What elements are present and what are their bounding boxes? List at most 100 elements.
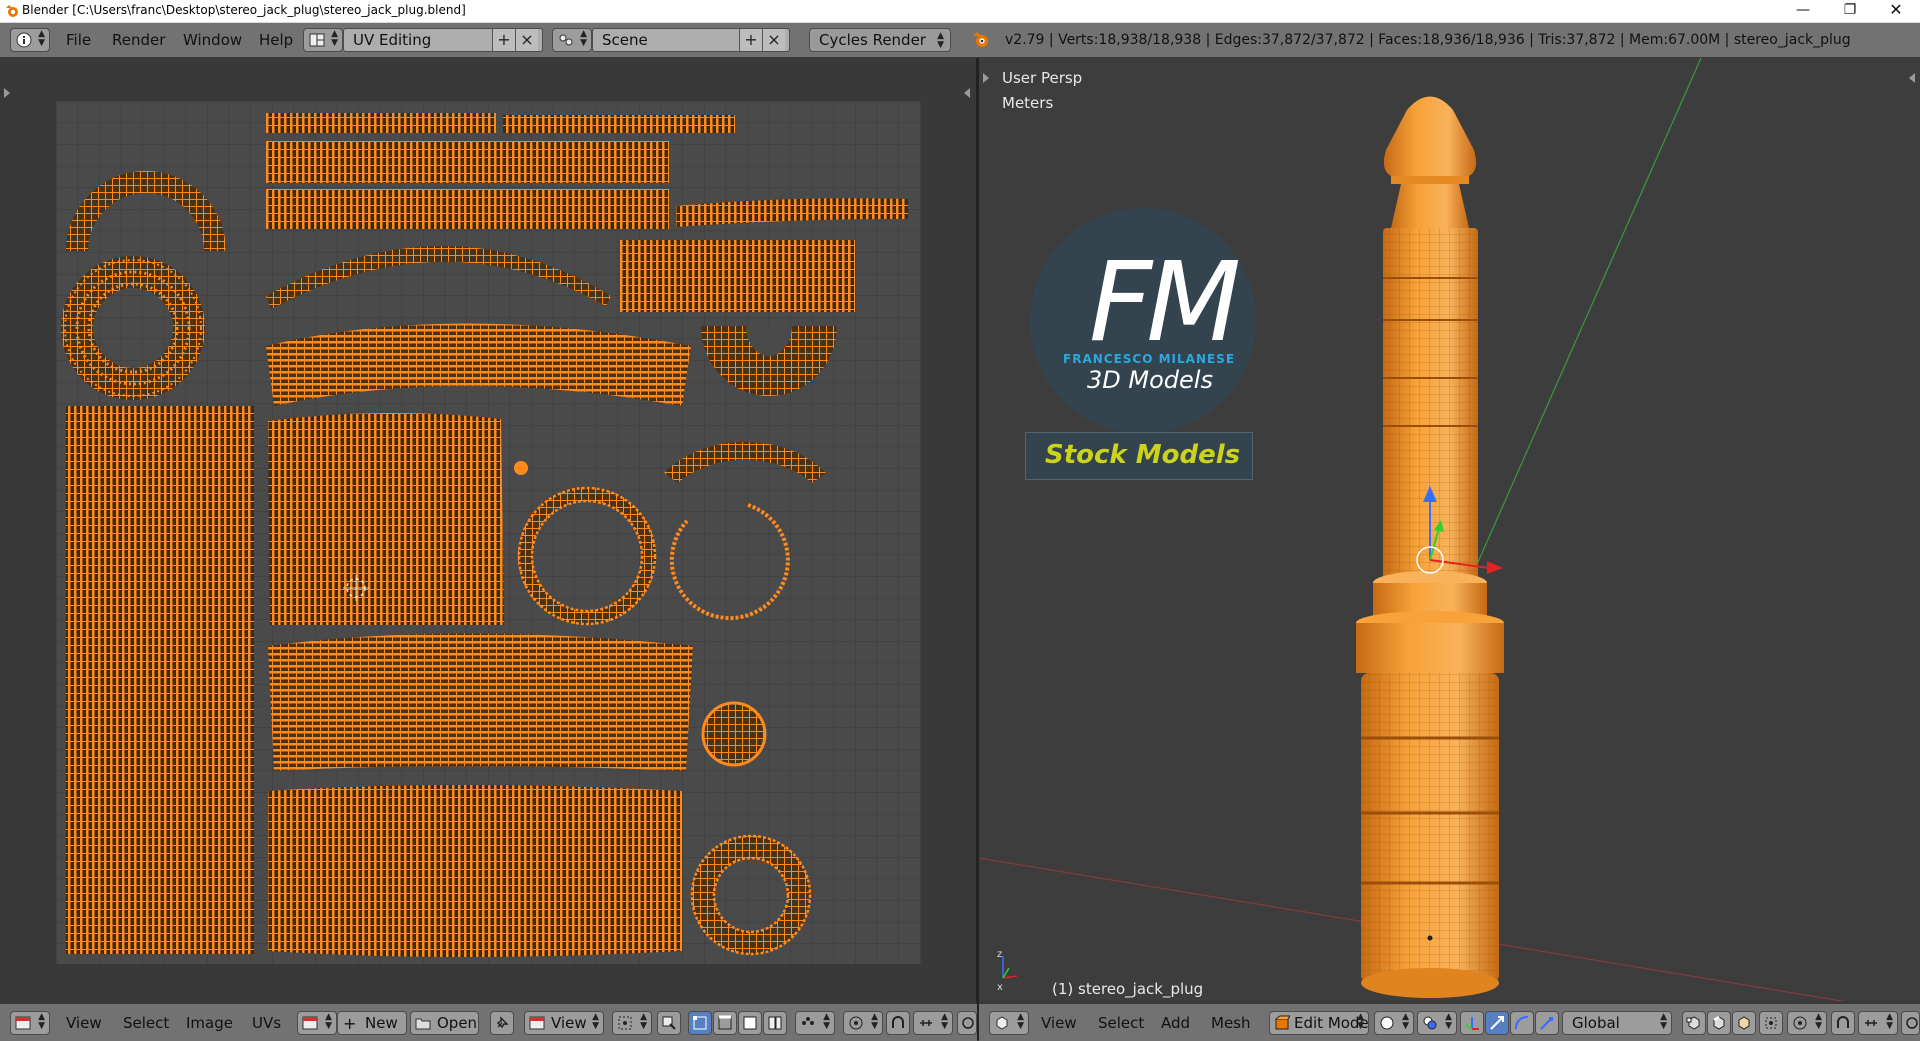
image-browse[interactable]: ▲ ▼ (297, 1011, 337, 1035)
snap-icon[interactable] (886, 1011, 910, 1035)
plus-icon: + (343, 1014, 357, 1033)
render-engine-label: Cycles Render (819, 31, 926, 49)
proportional-edit-select[interactable]: ▲ ▼ (843, 1011, 883, 1035)
uv-editor-header: ▲ ▼ View Select Image UVs ▲ ▼ + New Open V… (0, 1003, 977, 1041)
uv-overflow-icon[interactable] (957, 1011, 977, 1035)
viewport-scene[interactable]: z x (979, 58, 1920, 1001)
3d-view-icon (996, 1016, 1008, 1030)
active-object-label: (1) stereo_jack_plug (1052, 980, 1204, 998)
limit-selection-visible-icon[interactable] (1759, 1011, 1783, 1035)
snap-element-select[interactable]: ▲ ▼ (1858, 1011, 1898, 1035)
info-icon (16, 32, 32, 48)
view-mode-icon (529, 1016, 545, 1030)
edge-select-mode-icon[interactable] (1707, 1011, 1731, 1035)
sticky-selection-select[interactable]: ▲ ▼ (795, 1011, 835, 1035)
3d-menu-select[interactable]: Select (1098, 1014, 1144, 1032)
scene-stats: v2.79 | Verts:18,938/18,938 | Edges:37,8… (1005, 32, 1851, 48)
uv-canvas[interactable] (56, 101, 921, 964)
render-engine-select[interactable]: Cycles Render ▲ ▼ (809, 28, 951, 52)
face-select-icon[interactable] (738, 1011, 762, 1035)
scene-browse[interactable]: ▲ ▼ (552, 28, 592, 52)
close-icon[interactable]: ✕ (1873, 0, 1919, 22)
open-image-button[interactable]: Open (410, 1011, 479, 1035)
face-select-mode-icon[interactable] (1732, 1011, 1756, 1035)
vertex-select-icon[interactable] (688, 1011, 712, 1035)
add-scene-icon[interactable]: + (739, 29, 762, 51)
scene-field[interactable]: Scene + × (592, 28, 790, 52)
editor-type-button[interactable]: ▲ ▼ (10, 28, 50, 52)
transform-orientation-select[interactable]: Global ▲ ▼ (1562, 1011, 1672, 1035)
axis-orientation-icon: z x (997, 949, 1018, 993)
jack-tip (1383, 96, 1477, 176)
pivot-icon (618, 1016, 632, 1030)
scale-manipulator-icon[interactable] (1535, 1011, 1559, 1035)
new-image-button[interactable]: + New (337, 1011, 407, 1035)
snap-target-select[interactable]: ▲ ▼ (913, 1011, 953, 1035)
uv-menu-uvs[interactable]: UVs (252, 1014, 281, 1032)
uv-image-editor[interactable] (0, 58, 977, 1001)
pivot-select[interactable]: ▲ ▼ (612, 1011, 652, 1035)
snap-increment-icon (1865, 1020, 1877, 1026)
dropdown-arrows-icon: ▲ ▼ (937, 31, 944, 50)
interaction-mode-select[interactable]: Edit Mode ▲ ▼ (1269, 1011, 1369, 1035)
folder-icon (415, 1018, 431, 1030)
info-header: ▲ ▼ File Render Window Help ▲ ▼ UV Editing… (0, 23, 1920, 58)
menu-render[interactable]: Render (112, 31, 165, 49)
uv-menu-view[interactable]: View (66, 1014, 102, 1032)
viewport-shading-select[interactable]: ▲ ▼ (1374, 1011, 1414, 1035)
pin-icon[interactable] (490, 1011, 514, 1035)
uv-menu-image[interactable]: Image (186, 1014, 233, 1032)
screen-layout-name: UV Editing (353, 31, 432, 49)
expand-toolshelf-icon[interactable] (4, 88, 10, 98)
pivot-point-icon (1423, 1016, 1437, 1030)
3d-header-overflow-icon[interactable] (1901, 1011, 1920, 1035)
fm-author-name: FRANCESCO MILANESE (1063, 352, 1236, 366)
svg-text:x: x (997, 982, 1003, 993)
3d-menu-add[interactable]: Add (1161, 1014, 1190, 1032)
fm-letters: FM (1089, 238, 1241, 366)
sticky-selection-icon (802, 1017, 814, 1025)
uv-view-mode-select[interactable]: View ▲ ▼ (524, 1011, 604, 1035)
menu-window[interactable]: Window (183, 31, 242, 49)
screen-layout-browse[interactable]: ▲ ▼ (303, 28, 343, 52)
snap-toggle-icon[interactable] (1831, 1011, 1855, 1035)
proportional-editing-icon (1793, 1016, 1807, 1030)
solid-shading-icon (1380, 1016, 1394, 1030)
add-layout-icon[interactable]: + (492, 29, 515, 51)
blender-logo-icon (973, 32, 988, 47)
menu-file[interactable]: File (66, 31, 91, 49)
delete-layout-icon[interactable]: × (515, 29, 538, 51)
3d-viewport[interactable]: User Persp Meters z x FM FRANCESCO MILAN… (979, 58, 1920, 1001)
uv-editor-type-button[interactable]: ▲ ▼ (10, 1011, 50, 1035)
pivot-point-select[interactable]: ▲ ▼ (1417, 1011, 1457, 1035)
minimize-icon[interactable]: — (1780, 0, 1826, 22)
vertex-select-mode-icon[interactable] (1682, 1011, 1706, 1035)
image-icon (302, 1016, 318, 1030)
3d-menu-view[interactable]: View (1041, 1014, 1077, 1032)
window-title-bar: Blender [C:\Users\franc\Desktop\stereo_j… (0, 0, 1920, 23)
svg-text:z: z (997, 949, 1002, 960)
3d-menu-mesh[interactable]: Mesh (1211, 1014, 1251, 1032)
edge-select-icon[interactable] (713, 1011, 737, 1035)
scene-name: Scene (602, 31, 648, 49)
fm-3d-models: 3D Models (1087, 366, 1213, 394)
delete-scene-icon[interactable]: × (762, 29, 785, 51)
dropdown-arrows-icon: ▲ ▼ (38, 29, 45, 48)
sync-selection-icon[interactable] (657, 1011, 681, 1035)
uv-menu-select[interactable]: Select (123, 1014, 169, 1032)
restore-icon[interactable]: ❐ (1827, 0, 1873, 22)
fm-stock-models: Stock Models (1045, 440, 1241, 470)
fm-watermark: FM FRANCESCO MILANESE 3D Models Stock Mo… (1019, 208, 1259, 480)
rotate-manipulator-icon[interactable] (1510, 1011, 1534, 1035)
island-select-icon[interactable] (763, 1011, 787, 1035)
3d-editor-type-button[interactable]: ▲ ▼ (989, 1011, 1029, 1035)
scene-icon (559, 34, 573, 46)
proportional-editing-select[interactable]: ▲ ▼ (1787, 1011, 1827, 1035)
translate-manipulator-icon[interactable] (1485, 1011, 1509, 1035)
screen-layout-field[interactable]: UV Editing + × (343, 28, 543, 52)
manipulator-toggle-icon[interactable] (1460, 1011, 1484, 1035)
menu-help[interactable]: Help (259, 31, 293, 49)
expand-properties-icon[interactable] (964, 88, 970, 98)
screen-layout-icon (309, 33, 325, 47)
proportional-edit-icon (849, 1016, 863, 1030)
